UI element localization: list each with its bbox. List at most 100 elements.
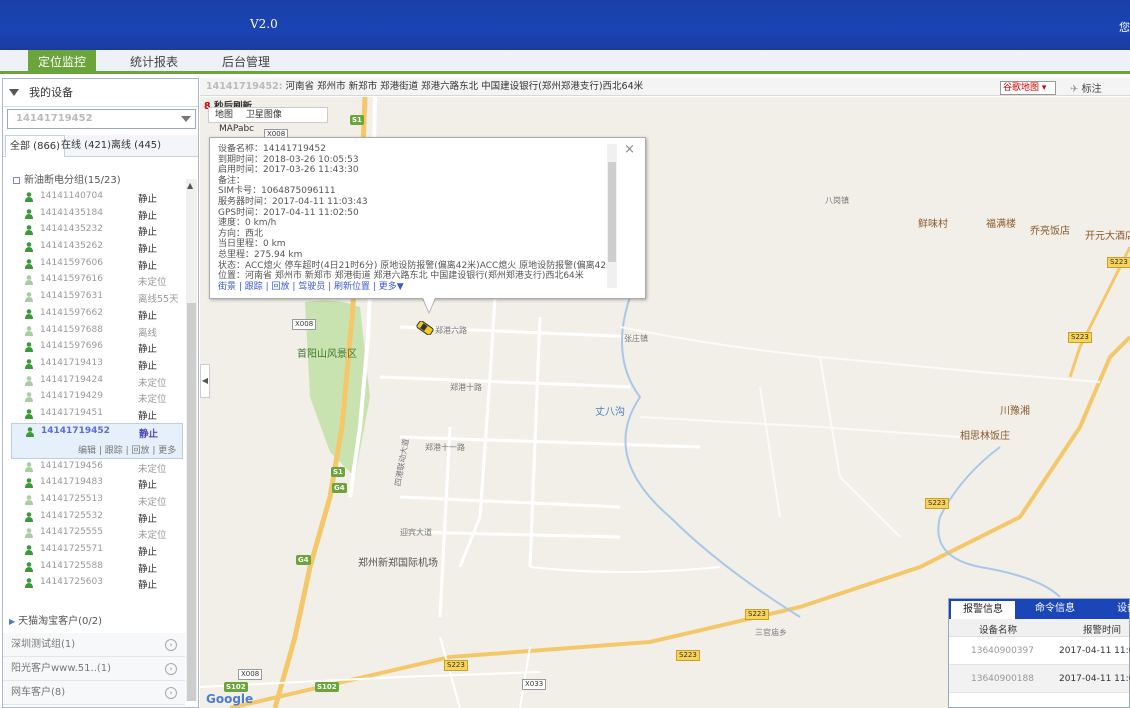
device-row[interactable]: 14141725513 未定位	[3, 492, 185, 509]
device-status: 静止	[138, 563, 158, 575]
road-shield: S102	[315, 682, 339, 692]
device-row[interactable]: 14141597616 未定位	[3, 272, 185, 289]
map-type-satellite[interactable]: 卫星图像	[246, 110, 282, 120]
close-icon[interactable]: ×	[624, 142, 635, 157]
device-row[interactable]: 14141725603 静止	[3, 575, 185, 592]
group-row[interactable]: 阳光客户www.51..(1) ›	[3, 657, 185, 681]
expand-box-icon	[13, 176, 20, 184]
map-type-map[interactable]: 地图	[215, 110, 233, 120]
device-row[interactable]: 14141719413 静止	[3, 356, 185, 373]
expand-circle-icon[interactable]: ›	[165, 687, 177, 699]
device-status: 静止	[138, 480, 158, 492]
device-row[interactable]: 14141719456 未定位	[3, 459, 185, 476]
device-status: 静止	[138, 580, 158, 592]
person-icon	[25, 192, 33, 202]
device-row[interactable]: 14141719424 未定位	[3, 373, 185, 390]
road-shield: S223	[1068, 332, 1092, 343]
tree-scrollbar[interactable]: ▲	[186, 179, 197, 701]
device-number: 14141725513	[40, 494, 103, 504]
person-icon	[25, 545, 33, 556]
person-icon	[25, 359, 33, 369]
group-header[interactable]: 新油断电分组(15/23)	[3, 173, 185, 189]
popup-line: GPS时间：2017-04-11 11:02:50	[218, 207, 359, 218]
poi-label: 川豫湘	[1000, 406, 1030, 417]
tab-device[interactable]: 设备	[1107, 599, 1130, 619]
device-status: 静止	[138, 410, 158, 422]
device-status: 静止	[139, 428, 159, 440]
device-status: 未定位	[138, 377, 167, 389]
selected-device-row[interactable]: 14141719452 静止 编辑 | 跟踪 | 回放 | 更多	[11, 422, 183, 459]
alarm-row[interactable]: 13640900397 2017-04-11 11:01	[949, 637, 1130, 665]
tab-alarm-info[interactable]: 报警信息	[951, 601, 1015, 619]
device-status: 离线55天	[138, 294, 179, 306]
device-number: 14141597631	[40, 291, 103, 302]
expand-circle-icon[interactable]: ›	[165, 639, 177, 651]
device-row[interactable]: 14141719451 静止	[3, 406, 185, 423]
device-actions[interactable]: 编辑 | 跟踪 | 回放 | 更多	[78, 443, 176, 456]
popup-pointer-fill	[423, 298, 435, 312]
device-row[interactable]: 14141725588 静止	[3, 559, 185, 576]
device-row[interactable]: 14141597606 静止	[3, 256, 185, 273]
device-row[interactable]: 14141725571 静止	[3, 542, 185, 559]
device-row[interactable]: 14141435262 静止	[3, 239, 185, 256]
device-row[interactable]: 14141725532 静止	[3, 509, 185, 526]
poi-label: 开元大酒店	[1085, 231, 1130, 242]
person-icon	[26, 426, 34, 437]
tab-location-monitor[interactable]: 定位监控	[28, 50, 96, 74]
device-row[interactable]: 14141435232 静止	[3, 222, 185, 239]
road-label: 郑港十一路	[425, 443, 465, 452]
device-status: 静止	[138, 194, 158, 205]
collapse-panel-button[interactable]: ◀	[200, 364, 210, 398]
scroll-up-icon[interactable]: ▲	[187, 181, 193, 190]
address-device: 14141719452:	[206, 81, 283, 92]
device-status: 静止	[138, 360, 158, 372]
popup-action-links[interactable]: 街景 | 跟踪 | 回放 | 驾驶员 | 刷新位置 | 更多▼	[218, 282, 608, 293]
tab-admin[interactable]: 后台管理	[210, 50, 282, 74]
person-icon	[25, 292, 33, 303]
device-row[interactable]: 14141719429 未定位	[3, 389, 185, 406]
mark-button[interactable]: ✈ 标注	[1070, 80, 1102, 95]
device-row[interactable]: 14141597696 静止	[3, 339, 185, 356]
person-icon	[25, 392, 33, 403]
device-number: 14141719451	[40, 407, 103, 418]
device-row[interactable]: 14141725555 未定位	[3, 525, 185, 542]
popup-scrollbar[interactable]	[607, 144, 617, 288]
device-row[interactable]: 14141435184 静止	[3, 206, 185, 223]
device-row[interactable]: 14141597631 离线55天	[3, 289, 185, 306]
popup-scrollbar-thumb[interactable]	[608, 162, 616, 262]
device-panel: 我的设备 14141719452 全部 (866) 在线 (421) 离线 (4…	[2, 78, 199, 708]
expand-circle-icon[interactable]: ›	[165, 663, 177, 675]
map-label: 八岗镇	[825, 196, 849, 205]
device-number: 14141719456	[40, 460, 103, 471]
device-number: 14141719429	[40, 391, 103, 402]
tab-command-info[interactable]: 命令信息	[1023, 599, 1087, 619]
my-devices-label: 我的设备	[29, 86, 73, 99]
device-status: 未定位	[138, 463, 167, 475]
device-status: 静止	[138, 547, 158, 559]
alarm-table-header: 设备名称 报警时间	[949, 619, 1129, 637]
group-row[interactable]: 网车客户(8) ›	[3, 681, 185, 705]
group-row[interactable]: 深圳测试组(1) ›	[3, 633, 185, 657]
popup-line: 状态：ACC熄火 停车超时(4日21时6分) 原地设防报警(偏离42米)ACC熄…	[218, 260, 608, 271]
device-status: 静止	[138, 210, 158, 222]
device-tree: 新油断电分组(15/23) 14141140704 静止 14141435184 静止…	[3, 163, 185, 633]
group-header[interactable]: ▶ 天猫淘宝客户(0/2)	[3, 611, 185, 633]
device-row[interactable]: 14141597688 离线	[3, 323, 185, 340]
alarm-row[interactable]: 13640900188 2017-04-11 11:01	[949, 665, 1130, 693]
filter-offline[interactable]: 离线 (445)	[107, 135, 165, 157]
my-devices-header[interactable]: 我的设备	[3, 79, 198, 107]
device-row[interactable]: 14141719483 静止	[3, 475, 185, 492]
device-row[interactable]: 14141140704 静止	[3, 189, 185, 206]
map-provider-select[interactable]: 谷歌地图 ▾	[1000, 81, 1056, 95]
map-type-mapabc[interactable]: MAPabc	[219, 124, 254, 134]
vehicle-icon[interactable]	[416, 321, 434, 335]
device-select[interactable]: 14141719452	[7, 109, 196, 129]
main-nav: 定位监控 统计报表 后台管理	[0, 50, 1130, 74]
road-shield: X008	[292, 319, 317, 330]
popup-line: 备注：	[218, 175, 246, 186]
group-name: 深圳测试组(1)	[11, 639, 76, 650]
tab-statistics[interactable]: 统计报表	[118, 50, 190, 74]
scrollbar-thumb[interactable]	[187, 303, 196, 701]
device-row[interactable]: 14141597662 静止	[3, 306, 185, 323]
device-status: 未定位	[138, 530, 167, 542]
